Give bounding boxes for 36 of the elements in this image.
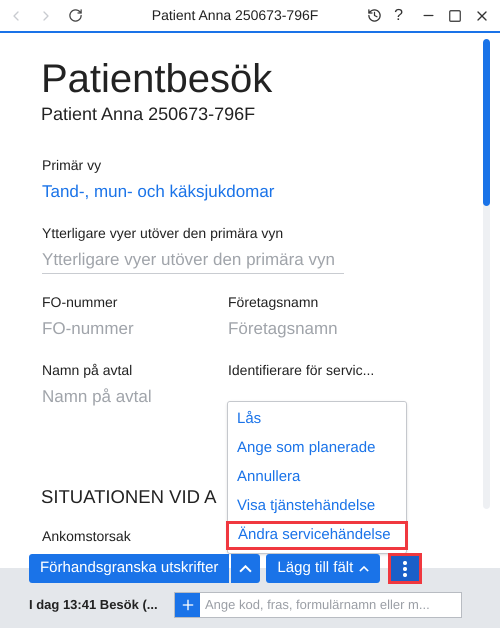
history-icon[interactable] bbox=[367, 8, 382, 23]
field-value[interactable]: Tand-, mun- och käksjukdomar bbox=[42, 179, 274, 205]
expand-button[interactable] bbox=[231, 554, 260, 583]
command-field[interactable]: Ange kod, fras, formulärnamn eller m... bbox=[174, 592, 462, 618]
section-title: SITUATIONEN VID A bbox=[41, 485, 216, 509]
page-title: Patientbesök bbox=[41, 56, 274, 103]
visit-status: I dag 13:41 Besök (... bbox=[29, 596, 159, 614]
maximize-icon[interactable] bbox=[448, 8, 462, 22]
input-field[interactable]: FO-nummer bbox=[42, 316, 212, 342]
chevron-up-icon bbox=[359, 566, 370, 572]
more-icon bbox=[403, 560, 408, 576]
input-field[interactable]: Ytterligare vyer utöver den primära vyn bbox=[42, 247, 344, 274]
field-label: Primär vy bbox=[42, 156, 102, 175]
chevron-up-icon bbox=[239, 564, 252, 572]
reload-icon[interactable] bbox=[68, 8, 83, 23]
menu-item[interactable]: Visa tjänstehändelse bbox=[228, 492, 406, 521]
field-label: Identifierare för servic... bbox=[228, 361, 376, 380]
field-label: FO-nummer bbox=[42, 293, 118, 312]
preview-button[interactable]: Förhandsgranska utskrifter bbox=[29, 554, 230, 583]
field-label: Ankomstorsak bbox=[41, 527, 131, 546]
add-field-button[interactable]: Lägg till fält bbox=[266, 554, 380, 583]
window-title: Patient Anna 250673-796F bbox=[150, 6, 320, 25]
add-icon[interactable] bbox=[175, 593, 200, 617]
more-button[interactable] bbox=[388, 553, 422, 584]
menu-item[interactable]: Lås bbox=[228, 405, 406, 434]
menu-item[interactable]: Ändra servicehändelse bbox=[226, 521, 408, 550]
field-label: Ytterligare vyer utöver den primära vyn bbox=[42, 224, 284, 243]
input-field[interactable]: Företagsnamn bbox=[228, 316, 398, 342]
field-label: Företagsnamn bbox=[228, 293, 320, 312]
scrollbar-thumb[interactable] bbox=[483, 39, 490, 206]
menu-item[interactable]: Annullera bbox=[228, 463, 406, 492]
field-label: Namn på avtal bbox=[42, 361, 134, 380]
page-subtitle: Patient Anna 250673-796F bbox=[41, 103, 256, 125]
input-field[interactable]: Namn på avtal bbox=[42, 384, 212, 410]
help-button[interactable]: ? bbox=[394, 8, 403, 24]
menu-item[interactable]: Ange som planerade bbox=[228, 434, 406, 463]
